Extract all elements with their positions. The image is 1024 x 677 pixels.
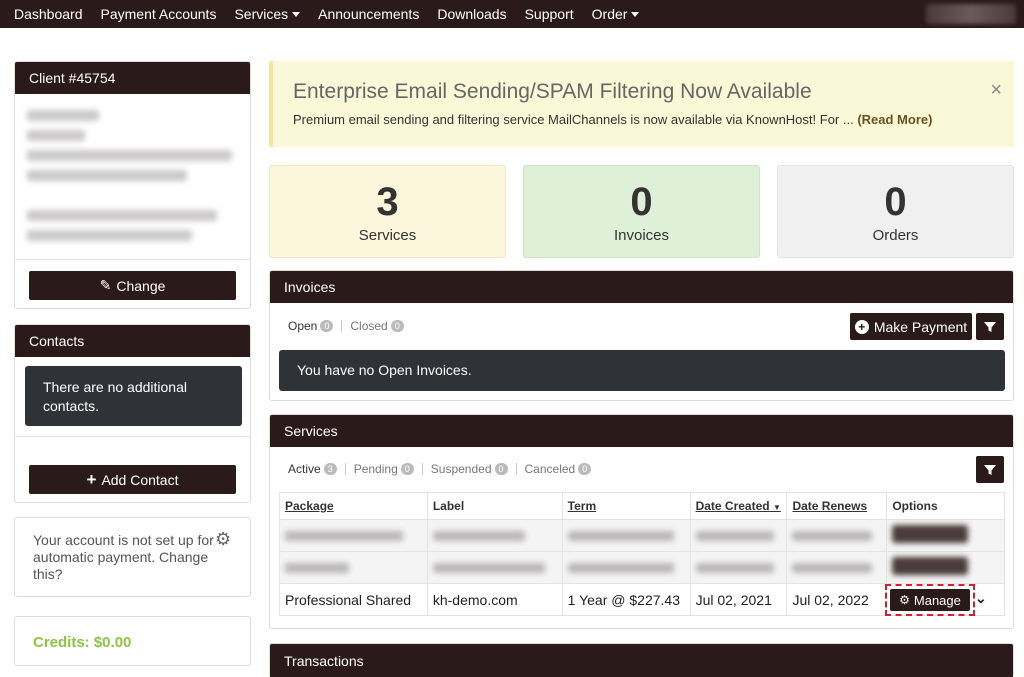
filter-icon — [984, 321, 996, 332]
stat-orders-label: Orders — [872, 227, 919, 244]
filter-icon — [984, 464, 996, 475]
redacted-cell — [285, 530, 403, 541]
redacted-cell — [792, 530, 873, 541]
cell-date-renews: Jul 02, 2022 — [786, 583, 888, 616]
transactions-panel-header: Transactions — [270, 644, 1013, 677]
invoice-tabs: Open 0 Closed 0 — [288, 319, 404, 333]
redacted-cell — [567, 530, 674, 541]
manage-highlight: ⚙ Manage — [885, 584, 975, 616]
redacted-company — [27, 130, 85, 141]
redacted-cell — [432, 562, 545, 573]
contacts-panel-header: Contacts — [15, 325, 250, 357]
nav-downloads[interactable]: Downloads — [437, 6, 506, 22]
tab-canceled[interactable]: Canceled 0 — [525, 462, 592, 476]
table-row-redacted — [279, 519, 1005, 552]
stat-orders[interactable]: 0 Orders — [777, 165, 1014, 258]
service-tabs: Active 3 Pending 0 Suspended 0 Canceled 0 — [288, 462, 592, 476]
redacted-email — [27, 210, 217, 221]
nav-announcements[interactable]: Announcements — [318, 6, 419, 22]
column-label: Label — [426, 492, 563, 520]
redacted-cell — [432, 530, 525, 541]
redacted-address — [27, 150, 232, 161]
service-filter-button[interactable] — [976, 456, 1004, 483]
no-open-invoices-message: You have no Open Invoices. — [279, 350, 1005, 391]
redacted-cell — [285, 562, 349, 573]
read-more-link[interactable]: (Read More) — [857, 112, 932, 127]
nav-services[interactable]: Services — [234, 6, 301, 22]
credits-label: Credits: $0.00 — [33, 634, 132, 651]
autopay-panel: Your account is not set up for automatic… — [14, 517, 251, 597]
make-payment-button[interactable]: + Make Payment — [850, 313, 972, 340]
redacted-cell — [792, 562, 873, 573]
add-contact-button[interactable]: + Add Contact — [29, 465, 236, 494]
tab-closed[interactable]: Closed 0 — [350, 319, 404, 333]
change-button[interactable]: ✎ Change — [29, 271, 236, 300]
top-navigation: Dashboard Payment Accounts Services Anno… — [0, 0, 1024, 28]
tab-active[interactable]: Active 3 — [288, 462, 337, 476]
redacted-cell — [695, 562, 774, 573]
column-options: Options — [886, 492, 1005, 520]
invoice-filter-button[interactable] — [976, 313, 1004, 340]
divider — [15, 259, 250, 260]
caret-down-icon: ▼ — [772, 503, 781, 512]
alert-title: Enterprise Email Sending/SPAM Filtering … — [293, 80, 812, 103]
credits-panel: Credits: $0.00 — [14, 616, 251, 666]
gear-icon[interactable]: ⚙ — [215, 529, 231, 550]
transactions-panel: Transactions — [269, 643, 1014, 677]
stat-invoices[interactable]: 0 Invoices — [523, 165, 760, 258]
tab-suspended[interactable]: Suspended 0 — [431, 462, 508, 476]
plus-circle-icon: + — [854, 319, 869, 334]
caret-down-icon — [292, 12, 301, 17]
contacts-panel: Contacts There are no additional contact… — [14, 324, 251, 503]
divider — [15, 436, 250, 437]
redacted-phone — [27, 230, 192, 241]
column-date-created[interactable]: Date Created ▼ — [689, 492, 788, 520]
nav-payment-accounts[interactable]: Payment Accounts — [101, 6, 217, 22]
invoices-panel-header: Invoices — [270, 271, 1013, 303]
nav-dashboard[interactable]: Dashboard — [14, 6, 83, 22]
services-panel-header: Services — [270, 415, 1013, 447]
client-panel: Client #45754 ✎ Change — [14, 61, 251, 309]
column-term[interactable]: Term — [561, 492, 691, 520]
tab-open[interactable]: Open 0 — [288, 319, 334, 333]
redacted-cell — [695, 530, 774, 541]
client-panel-header: Client #45754 — [15, 62, 250, 94]
redacted-city — [27, 170, 187, 181]
nav-support[interactable]: Support — [525, 6, 574, 22]
table-row-redacted — [279, 551, 1005, 584]
tab-pending[interactable]: Pending 0 — [354, 462, 414, 476]
table-header-row: Package Label Term Date Created ▼ Date R… — [279, 492, 1005, 520]
no-contacts-message: There are no additional contacts. — [25, 366, 242, 426]
pencil-icon: ✎ — [99, 277, 112, 293]
stat-invoices-value: 0 — [630, 180, 653, 224]
stat-invoices-label: Invoices — [613, 227, 670, 244]
alert-text: Premium email sending and filtering serv… — [293, 112, 933, 127]
cell-label: kh-demo.com — [426, 583, 563, 616]
cell-date-created: Jul 02, 2021 — [689, 583, 788, 616]
stat-services-label: Services — [358, 227, 417, 244]
stat-services-value: 3 — [376, 180, 399, 224]
caret-down-icon — [631, 12, 640, 17]
close-icon[interactable]: × — [990, 79, 1002, 102]
redacted-manage-button[interactable] — [892, 525, 969, 543]
plus-icon: + — [86, 469, 97, 489]
redacted-name — [27, 110, 99, 121]
nav-order[interactable]: Order — [592, 6, 640, 22]
gear-icon: ⚙ — [899, 593, 910, 607]
cell-term: 1 Year @ $227.43 — [561, 583, 691, 616]
announcement-alert: Enterprise Email Sending/SPAM Filtering … — [269, 61, 1014, 147]
stat-services[interactable]: 3 Services — [269, 165, 506, 258]
autopay-message: Your account is not set up for automatic… — [33, 532, 214, 582]
column-date-renews[interactable]: Date Renews — [786, 492, 888, 520]
column-package[interactable]: Package — [279, 492, 428, 520]
stat-orders-value: 0 — [884, 180, 907, 224]
redacted-cell — [567, 562, 674, 573]
chevron-down-icon[interactable]: ⌄ — [975, 590, 987, 607]
user-menu-redacted[interactable] — [926, 4, 1016, 24]
manage-button[interactable]: ⚙ Manage — [890, 589, 970, 611]
redacted-manage-button[interactable] — [892, 557, 969, 575]
cell-package: Professional Shared — [279, 583, 428, 616]
